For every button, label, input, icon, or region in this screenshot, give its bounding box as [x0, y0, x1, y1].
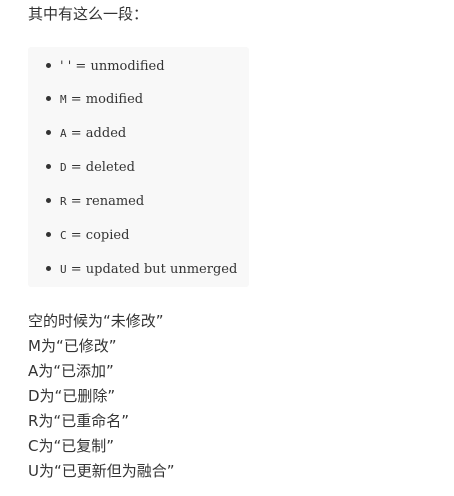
bullet-icon — [46, 164, 51, 169]
separator: = — [66, 262, 86, 277]
bullet-icon — [46, 96, 51, 101]
intro-text: 其中有这么一段： — [28, 5, 149, 23]
list-item: A = added — [46, 124, 126, 144]
explanation-line: C为“已复制” — [28, 437, 115, 455]
list-item: C = copied — [46, 226, 129, 246]
separator: = — [71, 59, 91, 74]
bullet-icon — [46, 266, 51, 271]
explanation-line: D为“已删除” — [28, 387, 116, 405]
list-item: U = updated but unmerged — [46, 260, 237, 280]
list-item: ' ' = unmodified — [46, 57, 165, 77]
status-code: U — [60, 263, 67, 276]
status-description: deleted — [85, 160, 135, 175]
list-item: M = modified — [46, 90, 143, 110]
separator: = — [66, 194, 86, 209]
status-description: added — [85, 126, 127, 141]
status-code: A — [60, 127, 67, 140]
explanation-line: A为“已添加” — [28, 362, 114, 380]
separator: = — [66, 92, 86, 107]
explanation-line: 空的时候为“未修改” — [28, 312, 164, 330]
list-item: D = deleted — [46, 158, 135, 178]
explanation-line: U为“已更新但为融合” — [28, 462, 175, 480]
status-description: unmodified — [90, 59, 165, 74]
explanation-list: 空的时候为“未修改” M为“已修改” A为“已添加” D为“已删除” R为“已重… — [28, 309, 175, 484]
bullet-icon — [46, 63, 51, 68]
explanation-line: R为“已重命名” — [28, 412, 129, 430]
status-code: D — [60, 161, 67, 174]
explanation-line: M为“已修改” — [28, 337, 117, 355]
bullet-icon — [46, 232, 51, 237]
status-code: R — [60, 195, 67, 208]
separator: = — [66, 228, 86, 243]
bullet-icon — [46, 198, 51, 203]
status-code-list: ' ' = unmodified M = modified A = added … — [28, 47, 249, 287]
status-description: modified — [85, 92, 144, 107]
status-description: renamed — [85, 194, 145, 209]
separator: = — [66, 160, 86, 175]
status-code: ' ' — [60, 59, 72, 74]
status-code: C — [60, 229, 67, 242]
status-description: updated but unmerged — [85, 262, 238, 277]
bullet-icon — [46, 130, 51, 135]
status-code: M — [60, 93, 67, 106]
list-item: R = renamed — [46, 192, 144, 212]
status-description: copied — [85, 228, 130, 243]
separator: = — [66, 126, 86, 141]
